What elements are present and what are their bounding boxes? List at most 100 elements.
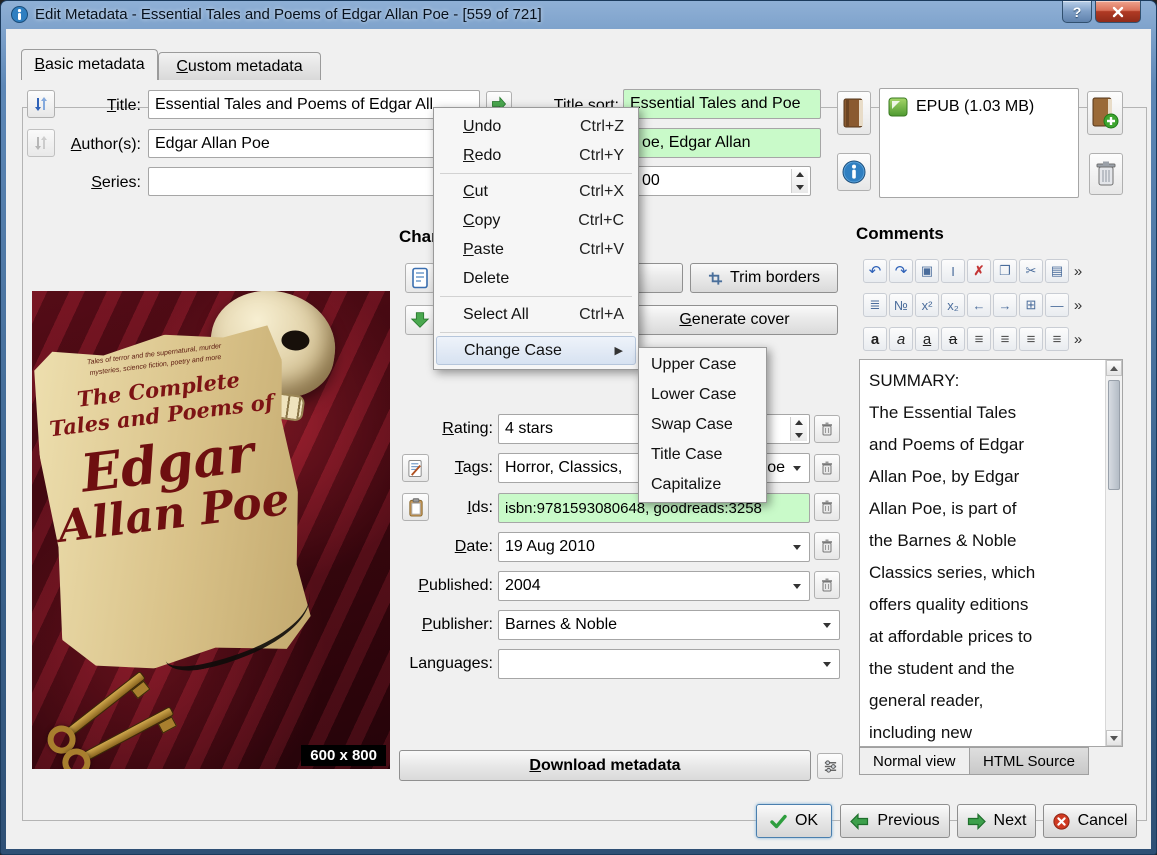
submenu-arrow-icon: ▶ bbox=[614, 345, 623, 357]
trim-borders-button[interactable]: Trim borders bbox=[690, 263, 838, 293]
bullet-list-icon[interactable]: ≣ bbox=[863, 293, 887, 317]
tab-normal-view[interactable]: Normal view bbox=[859, 747, 970, 775]
previous-button[interactable]: Previous bbox=[840, 804, 950, 838]
languages-label: Languages: bbox=[409, 655, 493, 672]
title-input[interactable] bbox=[148, 90, 480, 119]
open-tag-editor-button[interactable] bbox=[402, 454, 429, 482]
clear-rating-button[interactable] bbox=[814, 415, 840, 443]
menu-item-capitalize[interactable]: Capitalize bbox=[639, 470, 766, 500]
subscript-icon[interactable]: x₂ bbox=[941, 293, 965, 317]
tab-custom-metadata[interactable]: Custom metadata bbox=[158, 52, 321, 80]
menu-item-cut[interactable]: Cut Ctrl+X bbox=[434, 177, 638, 206]
toolbar-overflow-icon[interactable]: » bbox=[1071, 293, 1085, 317]
menu-item-select-all[interactable]: Select All Ctrl+A bbox=[434, 300, 638, 329]
date-label: Date: bbox=[454, 538, 493, 555]
superscript-icon[interactable]: x² bbox=[915, 293, 939, 317]
horizontal-rule-icon[interactable]: ― bbox=[1045, 293, 1069, 317]
dropdown-arrow-icon[interactable] bbox=[793, 545, 801, 550]
copy-icon[interactable]: ❐ bbox=[993, 259, 1017, 283]
align-center-icon[interactable]: ≡ bbox=[993, 327, 1017, 351]
paste-identifier-button[interactable] bbox=[402, 493, 429, 521]
table-icon[interactable]: ⊞ bbox=[1019, 293, 1043, 317]
menu-item-redo[interactable]: Redo Ctrl+Y bbox=[434, 141, 638, 170]
comments-scrollbar[interactable] bbox=[1105, 360, 1122, 746]
ok-button[interactable]: OK bbox=[756, 804, 832, 838]
clear-format-icon[interactable]: ✗ bbox=[967, 259, 991, 283]
authors-input[interactable] bbox=[148, 129, 480, 158]
menu-item-copy[interactable]: Copy Ctrl+C bbox=[434, 206, 638, 235]
browse-cover-icon-button[interactable] bbox=[405, 263, 435, 293]
format-info-button[interactable] bbox=[837, 153, 871, 191]
align-justify-icon[interactable]: ≡ bbox=[1045, 327, 1069, 351]
toolbar-overflow-icon[interactable]: » bbox=[1071, 259, 1085, 283]
underline-icon[interactable]: a bbox=[915, 327, 939, 351]
book-cover-image[interactable]: Tales of terror and the supernatural, mu… bbox=[32, 291, 390, 769]
comment-line: the student and the bbox=[869, 659, 1015, 678]
menu-item-lower-case[interactable]: Lower Case bbox=[639, 380, 766, 410]
scroll-down-button[interactable] bbox=[1106, 730, 1122, 746]
download-cover-icon-button[interactable] bbox=[405, 305, 435, 335]
languages-field[interactable] bbox=[498, 649, 840, 679]
strikethrough-icon[interactable]: a bbox=[941, 327, 965, 351]
spinner-arrows[interactable] bbox=[791, 169, 808, 193]
help-label: ? bbox=[1072, 3, 1082, 20]
series-index-spinner[interactable]: 00 bbox=[623, 166, 811, 196]
bold-icon[interactable]: a bbox=[863, 327, 887, 351]
menu-item-title-case[interactable]: Title Case bbox=[639, 440, 766, 470]
comments-editor[interactable]: SUMMARY: The Essential Tales and Poems of … bbox=[859, 359, 1123, 747]
clear-date-button[interactable] bbox=[814, 532, 840, 560]
next-button[interactable]: Next bbox=[957, 804, 1036, 838]
insert-text-icon[interactable]: I bbox=[941, 259, 965, 283]
download-metadata-button[interactable]: Download metadata bbox=[399, 750, 811, 781]
configure-download-button[interactable] bbox=[817, 753, 843, 779]
titlebar[interactable]: Edit Metadata - Essential Tales and Poem… bbox=[1, 1, 1156, 29]
tab-html-source[interactable]: HTML Source bbox=[969, 747, 1089, 775]
comments-text[interactable]: SUMMARY: The Essential Tales and Poems of … bbox=[861, 360, 1104, 745]
clear-tags-button[interactable] bbox=[814, 454, 840, 482]
add-format-button[interactable] bbox=[1087, 91, 1123, 135]
dropdown-arrow-icon[interactable] bbox=[793, 466, 801, 471]
paste-icon[interactable]: ▤ bbox=[1045, 259, 1069, 283]
date-field[interactable]: 19 Aug 2010 bbox=[498, 532, 810, 562]
menu-item-delete[interactable]: Delete bbox=[434, 264, 638, 293]
cancel-button[interactable]: Cancel bbox=[1043, 804, 1137, 838]
menu-item-undo[interactable]: Undo Ctrl+Z bbox=[434, 112, 638, 141]
clear-ids-button[interactable] bbox=[814, 493, 840, 521]
series-input[interactable] bbox=[148, 167, 480, 196]
outdent-icon[interactable]: ← bbox=[967, 293, 991, 317]
close-button[interactable] bbox=[1095, 1, 1141, 23]
remove-format-button[interactable] bbox=[1089, 153, 1123, 195]
redo-icon[interactable]: ↷ bbox=[889, 259, 913, 283]
italic-icon[interactable]: a bbox=[889, 327, 913, 351]
align-left-icon[interactable]: ≡ bbox=[967, 327, 991, 351]
title-sort-field[interactable]: Essential Tales and Poe bbox=[623, 89, 821, 119]
dropdown-arrow-icon[interactable] bbox=[793, 584, 801, 589]
dropdown-arrow-icon[interactable] bbox=[823, 662, 831, 667]
scrollbar-thumb[interactable] bbox=[1108, 380, 1120, 490]
menu-item-swap-case[interactable]: Swap Case bbox=[639, 410, 766, 440]
published-field[interactable]: 2004 bbox=[498, 571, 810, 601]
menu-item-change-case[interactable]: Change Case ▶ bbox=[436, 336, 636, 365]
select-all-icon[interactable]: ▣ bbox=[915, 259, 939, 283]
help-button[interactable]: ? bbox=[1062, 1, 1092, 23]
comment-line: general reader, bbox=[869, 691, 984, 710]
author-sort-field[interactable]: oe, Edgar Allan bbox=[623, 128, 821, 158]
cut-icon[interactable]: ✂ bbox=[1019, 259, 1043, 283]
spinner-arrows[interactable] bbox=[790, 417, 807, 441]
scroll-up-button[interactable] bbox=[1106, 360, 1122, 376]
generate-cover-button[interactable]: Generate cover bbox=[631, 305, 838, 335]
undo-icon[interactable]: ↶ bbox=[863, 259, 887, 283]
set-cover-from-format-button[interactable] bbox=[837, 91, 871, 135]
tab-basic-metadata[interactable]: Basic metadata bbox=[21, 49, 158, 80]
align-right-icon[interactable]: ≡ bbox=[1019, 327, 1043, 351]
toolbar-overflow-icon[interactable]: » bbox=[1071, 327, 1085, 351]
dropdown-arrow-icon[interactable] bbox=[823, 623, 831, 628]
clear-published-button[interactable] bbox=[814, 571, 840, 599]
publisher-field[interactable]: Barnes & Noble bbox=[498, 610, 840, 640]
numbered-list-icon[interactable]: № bbox=[889, 293, 913, 317]
formats-list[interactable]: EPUB (1.03 MB) bbox=[879, 88, 1079, 198]
menu-item-upper-case[interactable]: Upper Case bbox=[639, 350, 766, 380]
indent-icon[interactable]: → bbox=[993, 293, 1017, 317]
menu-item-paste[interactable]: Paste Ctrl+V bbox=[434, 235, 638, 264]
swap-title-author-button[interactable] bbox=[27, 90, 55, 118]
